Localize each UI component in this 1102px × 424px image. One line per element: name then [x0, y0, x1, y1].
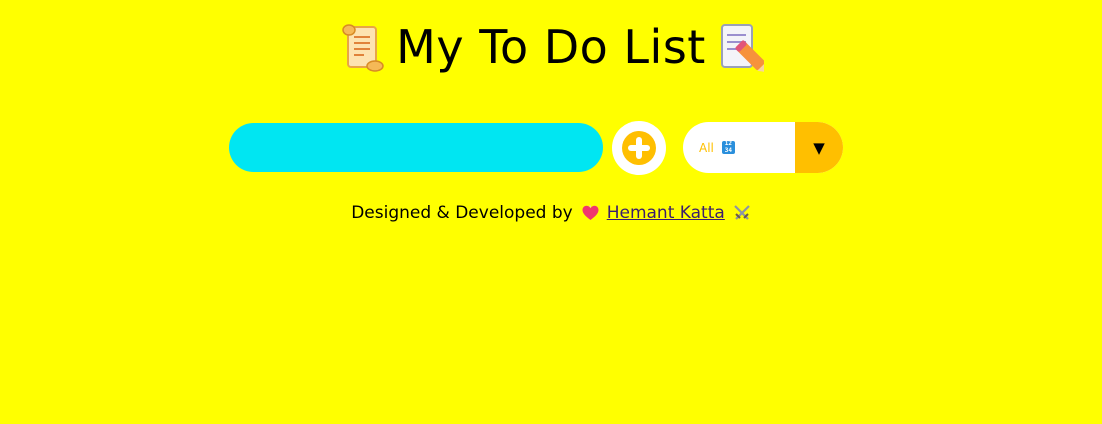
add-todo-button[interactable] [612, 121, 666, 175]
page-header: My To Do List [0, 14, 1102, 80]
page: My To Do List All 12 34 ▼ Designed & Dev… [0, 0, 1102, 424]
page-title: My To Do List [396, 20, 706, 74]
heart-icon [582, 205, 599, 220]
credit-line: Designed & Developed by Hemant Katta [0, 200, 1102, 226]
crossed-swords-icon [734, 205, 750, 220]
author-link[interactable]: Hemant Katta [579, 203, 751, 223]
plus-circle-icon [622, 131, 656, 165]
author-name: Hemant Katta [606, 203, 725, 223]
filter-selected-label: All [699, 140, 714, 155]
scroll-icon [342, 24, 384, 72]
input-numbers-icon: 12 34 [721, 140, 735, 154]
todo-input[interactable] [229, 123, 603, 172]
memo-icon [720, 24, 764, 73]
filter-selected-value: All 12 34 [683, 122, 795, 173]
filter-select[interactable]: All 12 34 ▼ [683, 122, 843, 173]
credit-text: Designed & Developed by [351, 203, 573, 223]
chevron-down-icon[interactable]: ▼ [795, 122, 843, 173]
